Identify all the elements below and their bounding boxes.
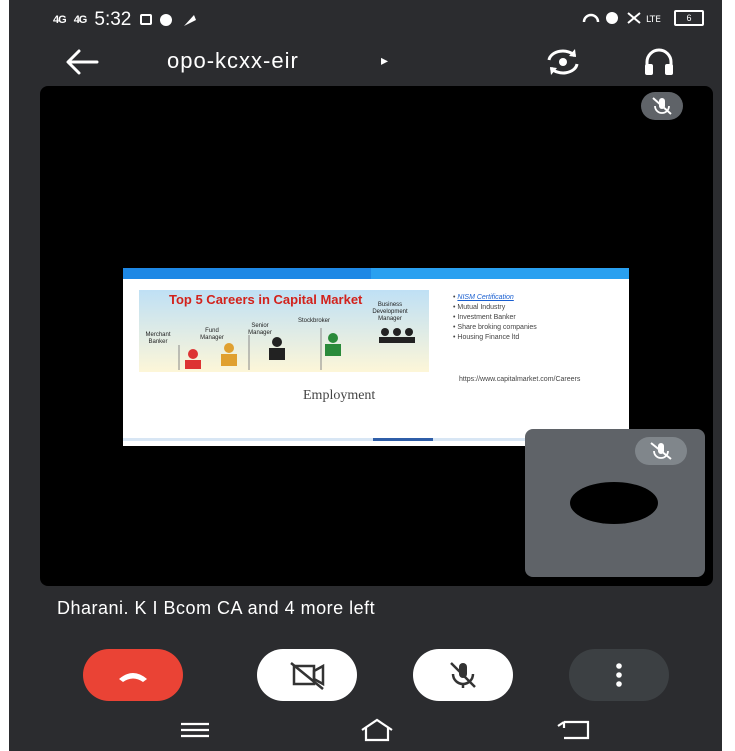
end-call-button[interactable]	[83, 649, 183, 701]
list-item-text: Housing Finance ltd	[457, 334, 520, 341]
self-view-tile[interactable]	[525, 429, 705, 577]
list-item: • Housing Finance ltd	[453, 334, 520, 341]
phone-screen: 4G 4G 5:32 LTE 6 opo-kcxx-eir ▸ Top 5 Ca…	[9, 0, 722, 751]
status-bar: 4G 4G 5:32 LTE 6	[9, 0, 722, 36]
avatar	[570, 482, 658, 524]
home-icon[interactable]	[357, 718, 397, 742]
career-list: • NISM Certification • Mutual Industry •…	[453, 294, 623, 344]
signal-indicator-2: 4G	[73, 14, 88, 26]
battery-indicator: 6	[674, 10, 704, 26]
camera-off-icon	[290, 662, 325, 690]
shared-slide: Top 5 Careers in Capital Market Merchant…	[123, 268, 629, 446]
mic-off-icon	[635, 437, 687, 465]
list-item-text: Investment Banker	[457, 314, 516, 321]
presentation-stage: Top 5 Careers in Capital Market Merchant…	[40, 86, 713, 586]
notification-icons	[140, 14, 197, 26]
mic-off-icon	[641, 92, 683, 120]
call-header: opo-kcxx-eir ▸	[9, 40, 722, 84]
clock: 5:32	[94, 9, 132, 30]
careers-banner: Top 5 Careers in Capital Market Merchant…	[139, 290, 429, 372]
more-options-button[interactable]	[569, 649, 669, 701]
list-item: • Investment Banker	[453, 314, 516, 321]
participants-left-notice: Dharani. K I Bcom CA and 4 more left	[57, 598, 376, 618]
back-arrow-icon[interactable]	[63, 46, 103, 78]
slide-caption: Employment	[303, 388, 376, 403]
signal-indicator-1: 4G	[53, 14, 67, 26]
list-item: • NISM Certification	[453, 294, 514, 301]
back-nav-icon[interactable]	[554, 718, 594, 742]
meeting-code[interactable]: opo-kcxx-eir	[167, 48, 299, 74]
list-item-text: Share broking companies	[457, 324, 537, 331]
mic-toggle-button[interactable]	[413, 649, 513, 701]
recent-apps-icon[interactable]	[175, 718, 215, 742]
camera-toggle-button[interactable]	[257, 649, 357, 701]
list-item-link: NISM Certification	[457, 294, 514, 301]
list-item-text: Mutual Industry	[457, 304, 506, 311]
system-navigation-bar	[9, 708, 722, 751]
careers-illustration	[178, 328, 415, 370]
list-item: • Share broking companies	[453, 324, 537, 331]
list-item: • Mutual Industry	[453, 304, 506, 311]
hang-up-icon	[119, 673, 147, 682]
mic-off-icon	[450, 662, 476, 688]
meeting-info-caret-icon[interactable]: ▸	[381, 52, 388, 69]
system-status-icons: LTE	[582, 12, 661, 25]
slide-url: https://www.capitalmarket.com/Careers	[459, 376, 581, 383]
slide-footer-accent	[373, 438, 433, 441]
slide-header-accent	[371, 268, 629, 279]
more-vertical-icon	[616, 663, 622, 687]
headphones-icon[interactable]	[641, 46, 677, 78]
switch-camera-icon[interactable]	[545, 46, 581, 78]
svg-text:LTE: LTE	[646, 15, 661, 25]
